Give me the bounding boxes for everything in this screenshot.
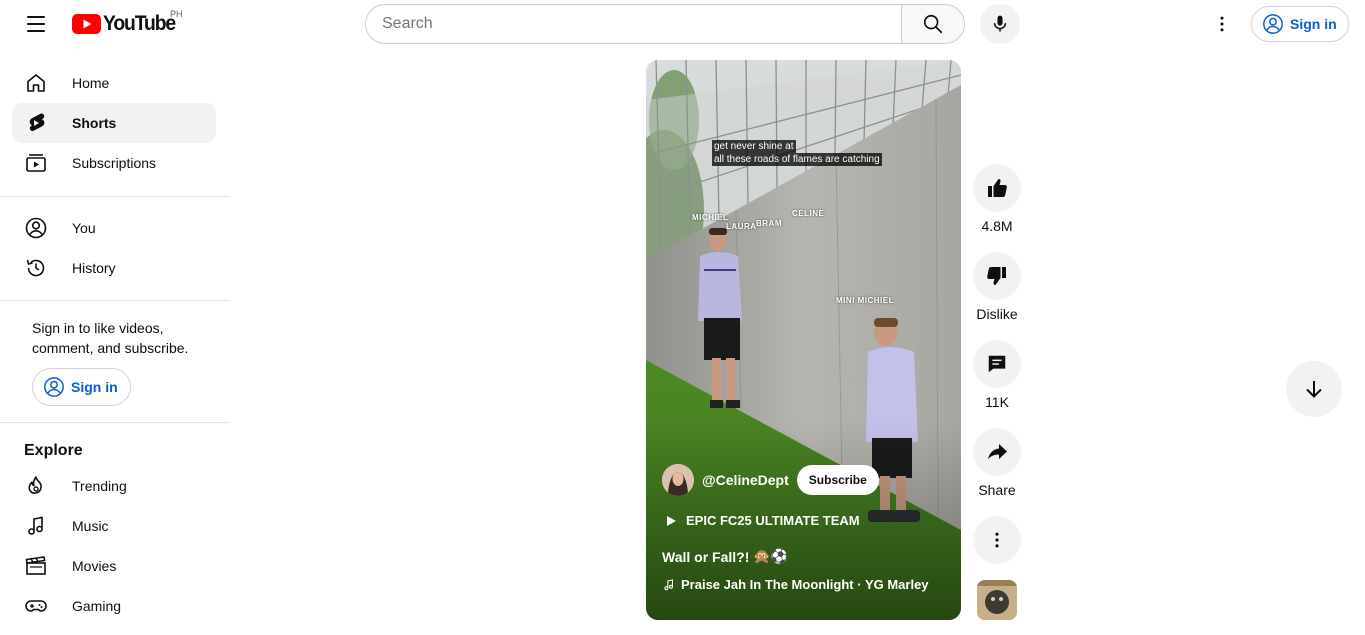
sound-link[interactable]: Praise Jah In The Moonlight · YG Marley (662, 577, 929, 592)
explore-heading: Explore (24, 442, 83, 459)
sidebar-sign-in-label: Sign in (71, 379, 118, 395)
share-button[interactable] (973, 428, 1021, 476)
search-box (365, 4, 902, 44)
country-code: PH (170, 9, 183, 19)
music-note-icon (664, 578, 674, 590)
subscribe-button[interactable]: Subscribe (796, 465, 879, 495)
header-sign-in-label: Sign in (1290, 16, 1337, 32)
vertical-dots-icon (995, 532, 999, 548)
sidebar-item-trending[interactable]: Trending (12, 466, 216, 506)
sidebar-guide: Home Shorts Subscriptions You History Si… (0, 56, 230, 635)
thumbs-up-icon (988, 179, 1007, 197)
share-arrow-icon (988, 444, 1007, 460)
sidebar-sign-in-button[interactable]: Sign in (32, 368, 131, 406)
voice-search-button[interactable] (980, 4, 1020, 44)
next-short-button[interactable] (1286, 361, 1342, 417)
home-icon (24, 71, 48, 95)
sidebar-item-music[interactable]: Music (12, 506, 216, 546)
sidebar-item-you[interactable]: You (12, 208, 216, 248)
youtube-logo[interactable]: YouTube (72, 13, 181, 35)
channel-handle[interactable]: @CelineDept (702, 472, 789, 488)
vertical-dots-icon (1220, 16, 1224, 32)
video-caption-overlay: get never shine at all these roads of fl… (712, 140, 882, 166)
gamepad-icon (24, 594, 48, 618)
microphone-icon (993, 15, 1007, 32)
sidebar-item-home[interactable]: Home (12, 63, 216, 103)
play-icon (667, 515, 676, 526)
video-name-tag: BRAM (756, 219, 782, 228)
video-name-tag: MINI MICHIEL (836, 296, 894, 305)
dislike-button[interactable] (973, 252, 1021, 300)
title-emojis: 🙊⚽ (753, 548, 789, 564)
comment-icon (988, 355, 1006, 373)
sidebar-item-label: You (72, 220, 96, 236)
caption-line: all these roads of flames are catching (712, 153, 882, 166)
sound-title: Praise Jah In The Moonlight · YG Marley (681, 577, 929, 592)
logo-wordmark: YouTube (103, 12, 176, 35)
trending-flame-icon (24, 474, 48, 498)
sidebar-divider (0, 422, 230, 423)
video-name-tag: CELINE (792, 209, 825, 218)
comments-button[interactable] (973, 340, 1021, 388)
header-sign-in-button[interactable]: Sign in (1251, 6, 1349, 42)
sidebar-item-label: Subscriptions (72, 155, 157, 171)
sidebar-item-label: History (72, 260, 116, 276)
comment-count: 11K (985, 394, 1009, 410)
short-title-text: Wall or Fall?! (662, 548, 750, 565)
search-button[interactable] (901, 4, 965, 44)
share-label: Share (978, 482, 1016, 498)
arrow-down-icon (1306, 381, 1322, 398)
like-action: 4.8M (973, 164, 1021, 234)
sidebar-item-label: Movies (72, 558, 117, 574)
music-note-icon (24, 514, 48, 538)
search-input[interactable] (382, 15, 886, 33)
history-icon (24, 256, 48, 280)
short-title[interactable]: Wall or Fall?! 🙊⚽ (662, 548, 788, 565)
shorts-icon (24, 111, 48, 135)
dislike-action: Dislike (973, 252, 1021, 322)
playlist-link[interactable]: EPIC FC25 ULTIMATE TEAM (664, 513, 860, 528)
sidebar-item-movies[interactable]: Movies (12, 546, 216, 586)
sidebar-divider (0, 300, 230, 301)
account-circle-icon (24, 216, 48, 240)
sound-thumbnail[interactable] (977, 580, 1017, 620)
account-circle-icon (1263, 14, 1283, 34)
sidebar-item-subscriptions[interactable]: Subscriptions (12, 143, 216, 183)
share-action: Share (973, 428, 1021, 498)
sidebar-item-label: Music (72, 518, 109, 534)
signin-prompt-text: Sign in to like videos, comment, and sub… (32, 320, 189, 356)
like-button[interactable] (973, 164, 1021, 212)
video-name-tag: MICHIEL (692, 213, 729, 222)
channel-row: @CelineDept Subscribe (662, 464, 879, 496)
video-name-tag: LAURA (726, 222, 757, 231)
account-circle-icon (44, 377, 64, 397)
sidebar-item-gaming[interactable]: Gaming (12, 586, 216, 626)
subscriptions-icon (24, 151, 48, 175)
youtube-play-logo-icon (72, 14, 101, 34)
playlist-title: EPIC FC25 ULTIMATE TEAM (686, 513, 860, 528)
like-count: 4.8M (981, 218, 1013, 234)
sidebar-item-label: Shorts (72, 115, 117, 131)
search-icon (923, 14, 943, 34)
channel-avatar[interactable] (662, 464, 694, 496)
sidebar-item-label: Trending (72, 478, 127, 494)
caption-line: get never shine at (712, 140, 796, 153)
thumbs-down-icon (987, 267, 1006, 285)
sidebar-item-label: Home (72, 75, 110, 91)
more-options-button[interactable] (973, 516, 1021, 564)
short-video-player[interactable]: get never shine at all these roads of fl… (646, 60, 961, 620)
sidebar-item-label: Gaming (72, 598, 122, 614)
comments-action: 11K (973, 340, 1021, 410)
sidebar-divider (0, 196, 230, 197)
sidebar-item-shorts[interactable]: Shorts (12, 103, 216, 143)
hamburger-menu-icon[interactable] (16, 4, 56, 44)
dislike-label: Dislike (976, 306, 1018, 322)
clapperboard-icon (24, 554, 48, 578)
masthead: YouTube PH Sign in (0, 0, 1365, 48)
more-action (973, 516, 1021, 564)
settings-more-button[interactable] (1202, 4, 1242, 44)
sidebar-item-history[interactable]: History (12, 248, 216, 288)
